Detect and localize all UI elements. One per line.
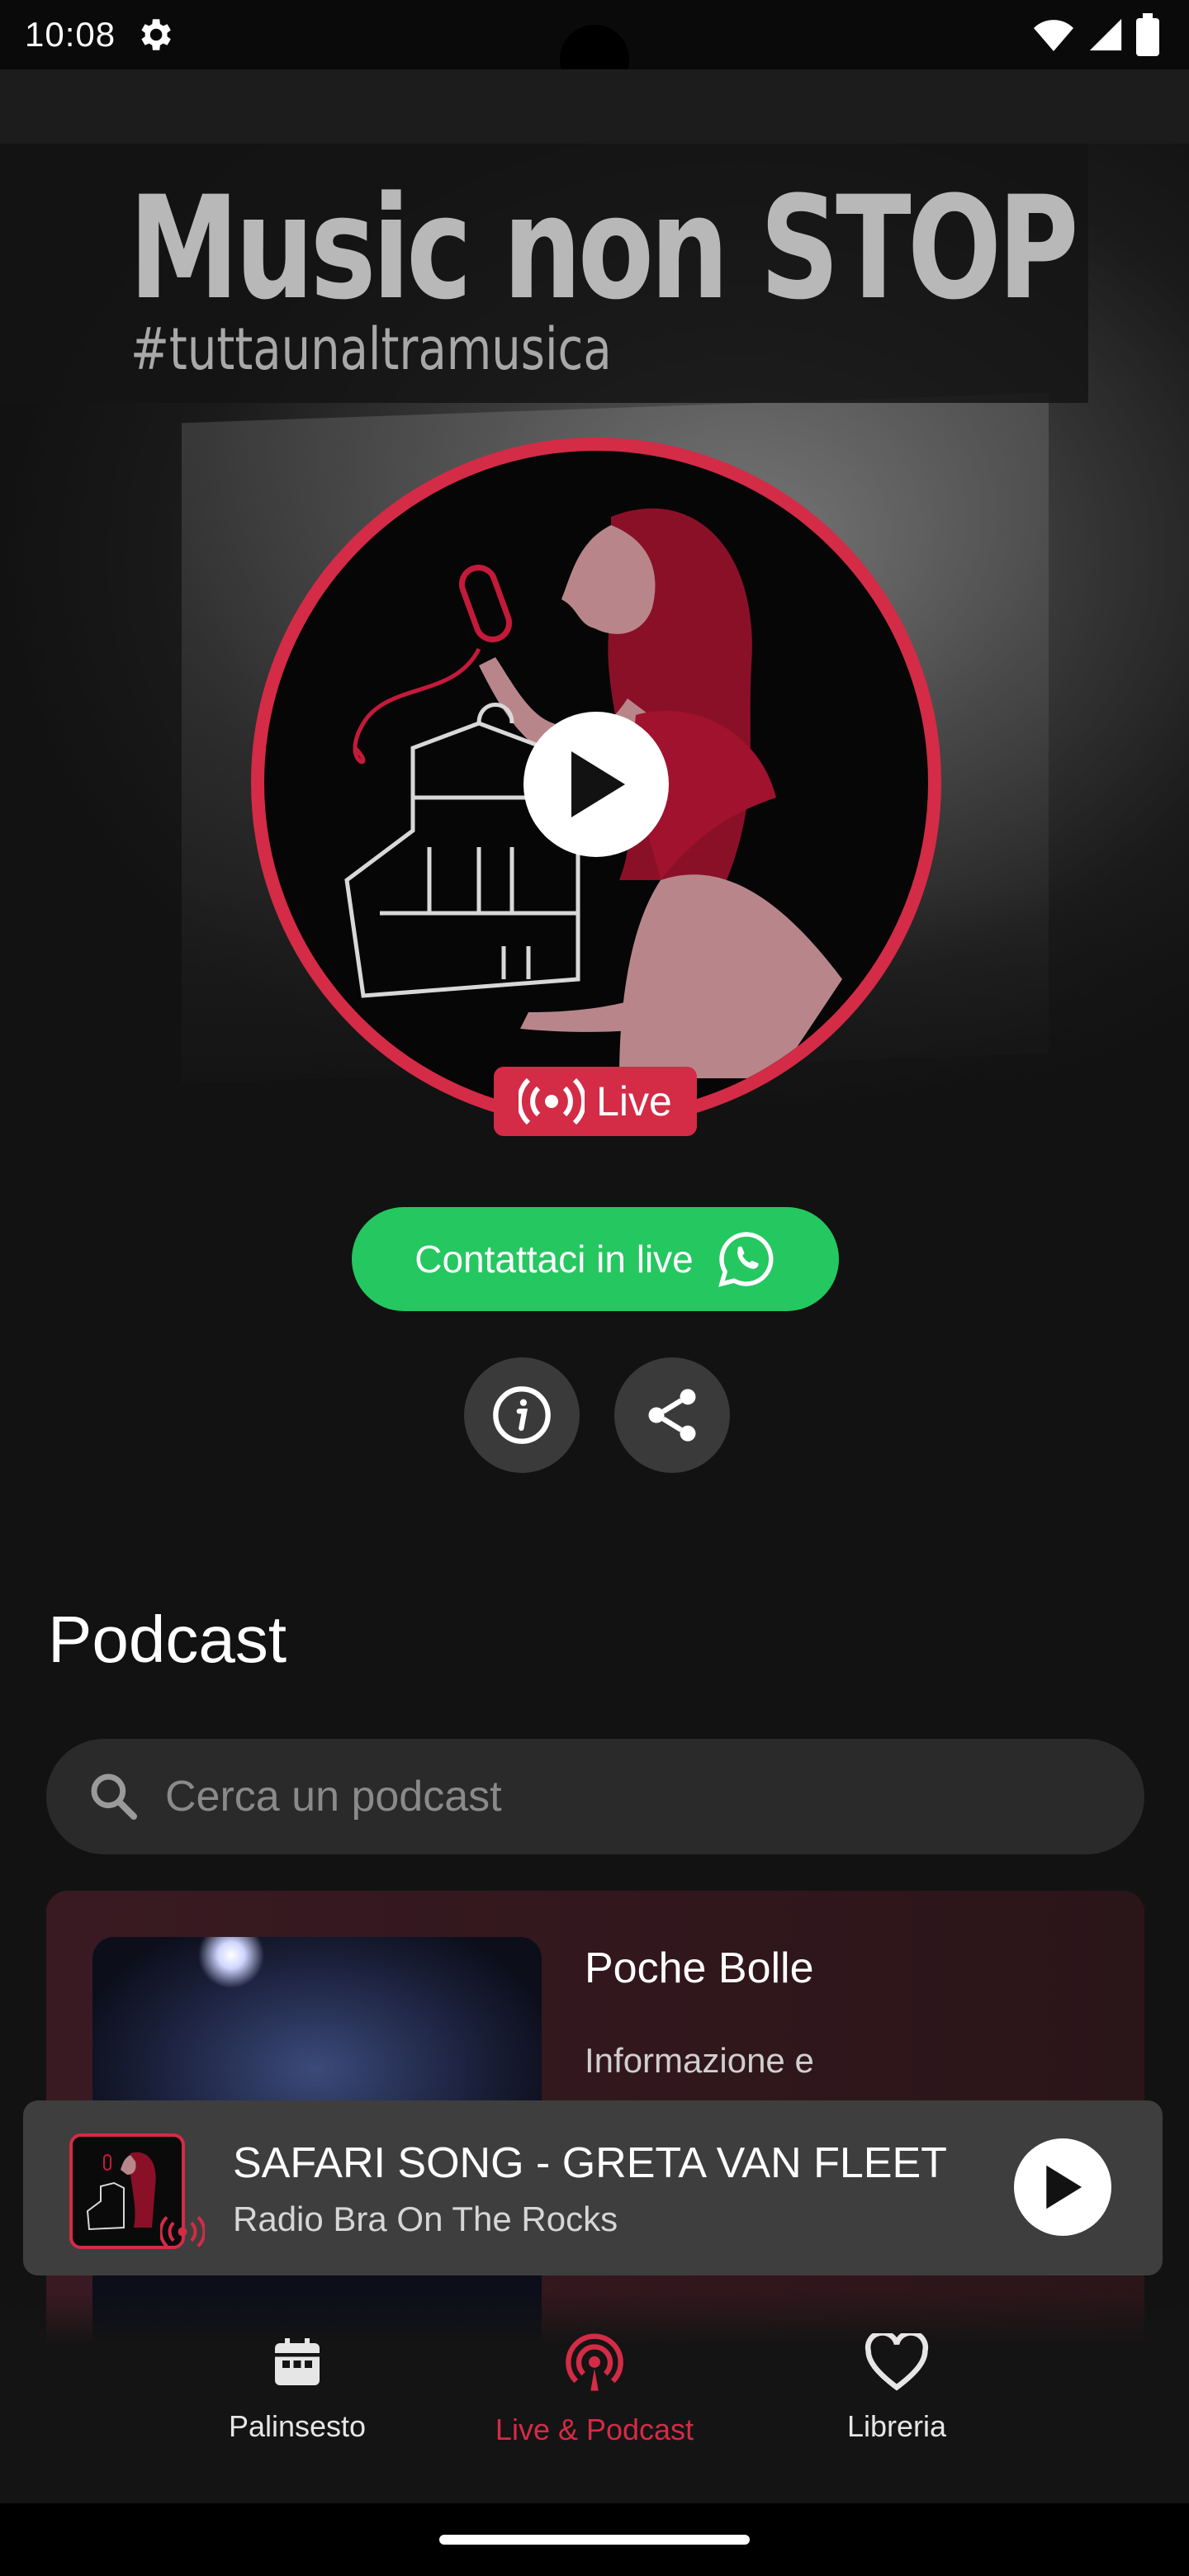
share-icon	[648, 1389, 696, 1442]
nav-label-libreria: Libreria	[846, 2409, 947, 2443]
podcast-section-title: Podcast	[48, 1603, 287, 1676]
settings-gear-icon	[141, 19, 171, 50]
nav-item-live-podcast[interactable]: Live & Podcast	[471, 2333, 718, 2447]
nav-label-palinsesto: Palinsesto	[228, 2409, 367, 2443]
gesture-handle[interactable]	[439, 2535, 750, 2545]
play-icon	[1046, 2165, 1082, 2209]
podcast-icon	[566, 2333, 623, 2391]
podcast-card-description: Informazione e	[585, 2041, 814, 2080]
contact-live-button[interactable]: Contattaci in live	[352, 1207, 839, 1311]
top-app-bar	[0, 69, 1189, 144]
play-live-button[interactable]	[523, 712, 669, 857]
calendar-icon	[275, 2338, 320, 2385]
play-icon	[571, 751, 625, 817]
wifi-icon	[1034, 20, 1073, 51]
mini-player[interactable]: SAFARI SONG - GRETA VAN FLEET Radio Bra …	[23, 2100, 1163, 2275]
nav-item-libreria[interactable]: Libreria	[773, 2333, 1021, 2444]
info-icon	[493, 1386, 551, 1444]
info-button[interactable]	[464, 1357, 580, 1473]
battery-icon	[1136, 13, 1159, 56]
mini-live-broadcast-icon	[160, 2215, 205, 2248]
live-badge: Live	[494, 1067, 697, 1136]
mini-player-title: SAFARI SONG - GRETA VAN FLEET	[233, 2139, 947, 2187]
broadcast-icon	[519, 1077, 585, 1125]
banner-subtitle: #tuttaunaltramusica	[130, 315, 612, 383]
live-label: Live	[596, 1078, 672, 1125]
whatsapp-icon	[718, 1232, 774, 1287]
status-icons	[1032, 13, 1159, 56]
mini-player-subtitle: Radio Bra On The Rocks	[233, 2200, 618, 2238]
podcast-search-input[interactable]	[165, 1772, 1073, 1821]
nav-label-live-podcast: Live & Podcast	[495, 2413, 694, 2446]
mini-player-play-button[interactable]	[1014, 2138, 1111, 2236]
bottom-navigation: Palinsesto Live & Podcast Libreria	[0, 2292, 1189, 2503]
app-screen: 10:08 Music non STOP #tuttaunaltramusica	[0, 0, 1189, 2576]
heart-icon	[865, 2333, 929, 2391]
banner-title: Music non STOP	[129, 165, 1079, 331]
nav-item-palinsesto[interactable]: Palinsesto	[173, 2333, 421, 2444]
share-button[interactable]	[614, 1357, 730, 1473]
contact-live-label: Contattaci in live	[414, 1238, 694, 1281]
podcast-search-box[interactable]	[46, 1739, 1144, 1854]
cell-signal-icon	[1089, 18, 1122, 51]
search-icon	[91, 1773, 137, 1820]
status-time: 10:08	[25, 15, 116, 54]
podcast-card-title: Poche Bolle	[585, 1944, 814, 1992]
